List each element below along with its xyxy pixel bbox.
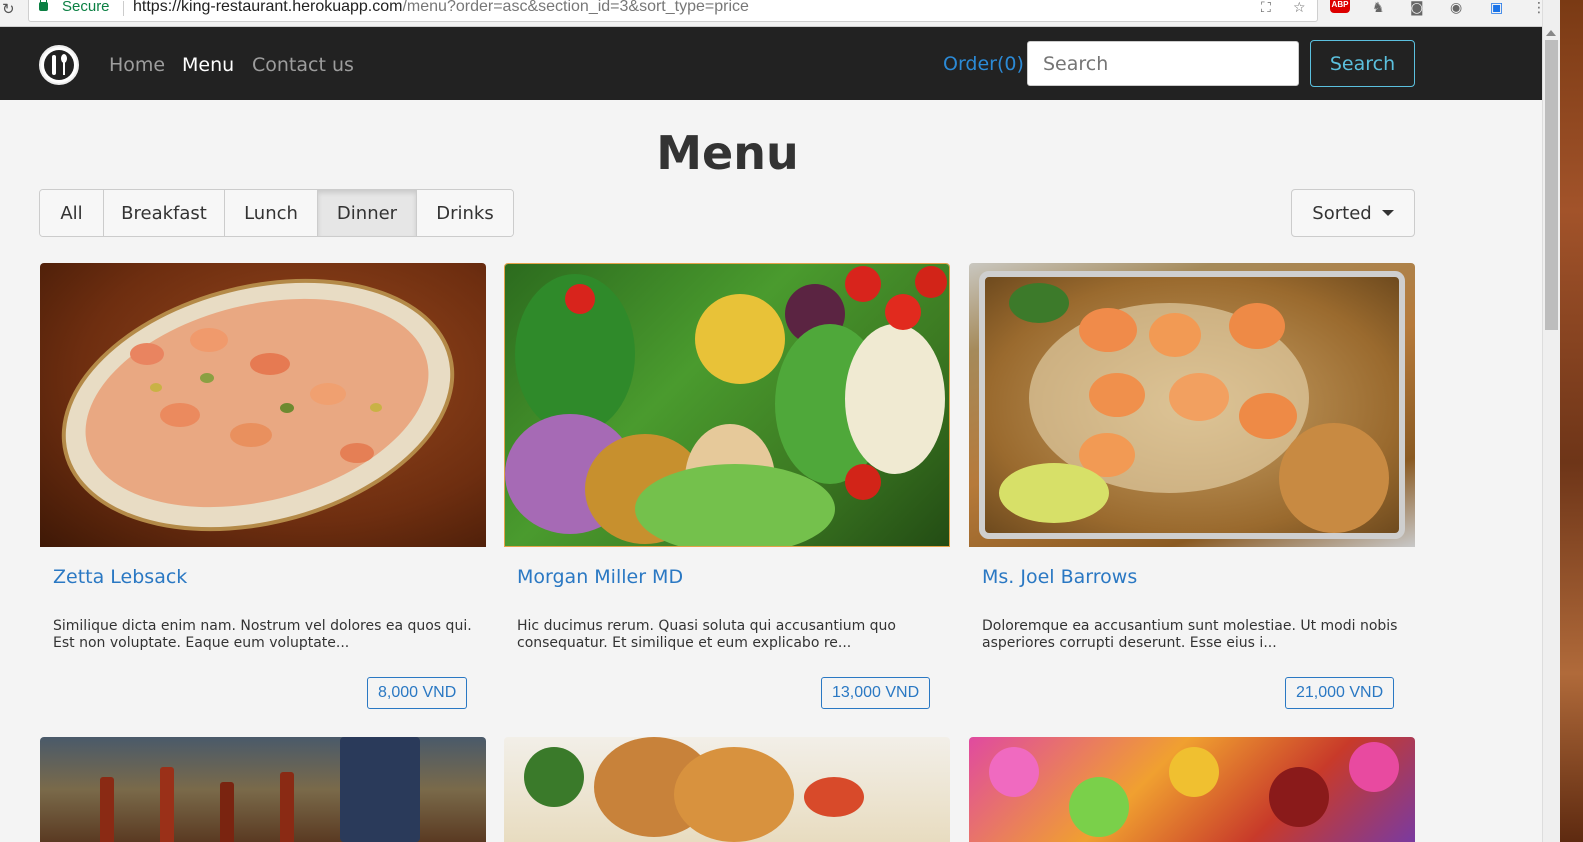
logo-spoon-handle — [63, 61, 65, 75]
bookmark-star-icon[interactable]: ☆ — [1293, 0, 1306, 16]
tomato — [845, 266, 881, 302]
nav-home[interactable]: Home — [109, 54, 165, 76]
nav-contact[interactable]: Contact us — [252, 54, 354, 76]
glasses-extension-icon[interactable]: ◉ — [1450, 0, 1462, 16]
candy — [989, 747, 1039, 797]
salmon-piece — [250, 353, 290, 375]
caret-down-icon — [1381, 210, 1394, 216]
dish-image[interactable] — [504, 737, 950, 842]
sort-label: Sorted — [1312, 202, 1372, 224]
shrimp — [1089, 373, 1145, 417]
dish-name[interactable]: Ms. Joel Barrows — [982, 566, 1137, 588]
herb-garnish — [524, 747, 584, 807]
candy — [1169, 747, 1219, 797]
dish-name[interactable]: Zetta Lebsack — [53, 566, 187, 588]
dish-image[interactable] — [969, 737, 1415, 842]
dish-description: Hic ducimus rerum. Quasi soluta qui accu… — [517, 618, 896, 651]
section-breakfast-button[interactable]: Breakfast — [104, 190, 225, 236]
shrimp — [1229, 303, 1285, 349]
extension-icon[interactable]: ♞ — [1372, 0, 1385, 16]
tomato — [845, 464, 881, 500]
skewer — [220, 782, 234, 842]
section-dinner-button[interactable]: Dinner — [318, 190, 417, 236]
tomato — [915, 266, 947, 298]
lettuce — [635, 464, 835, 546]
salmon-piece — [130, 343, 164, 365]
skewer — [100, 777, 114, 842]
cauliflower — [845, 324, 945, 474]
dill-sprig — [280, 403, 294, 413]
skewer — [160, 767, 174, 842]
shrimp — [1169, 373, 1229, 421]
dish-description: Doloremque ea accusantium sunt molestiae… — [982, 618, 1398, 651]
shrimp — [1239, 393, 1297, 439]
url-text[interactable]: https://king-restaurant.herokuapp.com/me… — [133, 0, 749, 16]
candy — [1069, 777, 1129, 837]
salmon-piece — [310, 383, 346, 405]
crushed-peanuts — [1279, 423, 1389, 533]
translate-icon[interactable]: ⛶ — [1261, 0, 1271, 16]
logo-fork — [52, 55, 56, 75]
shrimp — [1079, 308, 1137, 352]
background-figure — [340, 737, 420, 842]
logo-plate — [44, 50, 74, 80]
restaurant-logo-icon[interactable] — [39, 45, 79, 85]
salmon-piece — [230, 423, 272, 447]
secure-label: Secure — [62, 0, 110, 15]
page-title: Menu — [656, 126, 799, 180]
price-badge: 8,000 VND — [367, 677, 468, 709]
sauce-drop — [150, 383, 162, 392]
salmon-piece — [340, 443, 374, 463]
dish-description: Similique dicta enim nam. Nostrum vel do… — [53, 618, 472, 651]
site-navbar: Home Menu Contact us Order(0) Search — [0, 27, 1542, 100]
price-badge: 13,000 VND — [821, 677, 931, 709]
section-lunch-button[interactable]: Lunch — [225, 190, 318, 236]
reload-icon[interactable]: ↻ — [2, 0, 15, 18]
salmon-piece — [160, 403, 200, 427]
search-input[interactable] — [1027, 41, 1299, 86]
url-host: https://king-restaurant.herokuapp.com — [133, 0, 403, 15]
camera-extension-icon[interactable]: ◙ — [1410, 0, 1424, 16]
dish-image[interactable] — [40, 263, 486, 547]
browser-toolbar: ↻ Secure https://king-restaurant.herokua… — [0, 0, 1546, 27]
url-path: /menu?order=asc&section_id=3&sort_type=p… — [402, 0, 749, 15]
skewer — [280, 772, 294, 842]
nav-menu[interactable]: Menu — [182, 54, 234, 76]
sauce-drop — [370, 403, 382, 412]
address-bar[interactable]: Secure https://king-restaurant.herokuapp… — [28, 0, 1318, 22]
section-drinks-button[interactable]: Drinks — [417, 190, 513, 236]
dish-image[interactable] — [504, 263, 950, 547]
candy — [1269, 767, 1329, 827]
sort-dropdown-button[interactable]: Sorted — [1291, 189, 1415, 237]
section-filter-group: All Breakfast Lunch Dinner Drinks — [39, 189, 514, 237]
candy — [1349, 742, 1399, 792]
tomato-slice — [804, 777, 864, 817]
dill-sprig — [200, 373, 214, 383]
adblock-extension-icon[interactable]: ABP — [1330, 0, 1350, 13]
address-separator — [123, 1, 124, 16]
spring-roll — [674, 747, 794, 842]
shrimp — [1149, 313, 1201, 357]
screenshot-extension-icon[interactable]: ▣ — [1490, 0, 1503, 16]
order-link[interactable]: Order(0) — [943, 53, 1024, 75]
chives — [1009, 283, 1069, 323]
desktop-background — [1560, 0, 1583, 842]
salmon-piece — [190, 328, 228, 352]
scrollbar-thumb[interactable] — [1545, 40, 1558, 330]
price-badge: 21,000 VND — [1285, 677, 1395, 709]
yellow-apple — [695, 294, 785, 384]
tomato — [885, 294, 921, 330]
scroll-up-icon[interactable] — [1546, 30, 1556, 36]
dish-name[interactable]: Morgan Miller MD — [517, 566, 683, 588]
dish-image[interactable] — [40, 737, 486, 842]
lock-icon — [39, 0, 48, 11]
lime-wedge — [999, 463, 1109, 523]
tomato — [565, 284, 595, 314]
search-button[interactable]: Search — [1310, 40, 1415, 87]
section-all-button[interactable]: All — [40, 190, 104, 236]
dish-image[interactable] — [969, 263, 1415, 547]
